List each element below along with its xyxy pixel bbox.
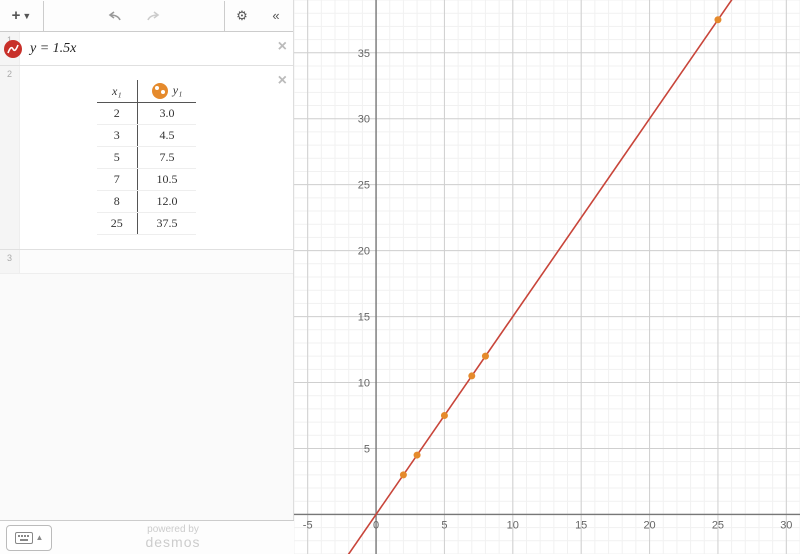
cell-y[interactable]: 3.0 bbox=[137, 103, 196, 125]
svg-text:20: 20 bbox=[643, 519, 655, 531]
expression-row-table[interactable]: 2 × x₁ y₁ 23.034.557.5710.5812.02537.5 bbox=[0, 66, 293, 250]
table-row[interactable]: 2537.5 bbox=[97, 213, 197, 235]
undo-redo-group bbox=[44, 1, 224, 31]
points-color-icon[interactable] bbox=[152, 83, 168, 99]
plus-icon: + bbox=[12, 7, 21, 24]
cell-x[interactable]: 7 bbox=[97, 169, 138, 191]
brand-text: desmos bbox=[52, 535, 294, 550]
redo-button[interactable] bbox=[137, 1, 167, 31]
cell-x[interactable]: 5 bbox=[97, 147, 138, 169]
caret-down-icon: ▼ bbox=[22, 11, 31, 21]
svg-text:5: 5 bbox=[441, 519, 447, 531]
expression-sidebar: + ▼ ⚙ « 1 y = 1.5x × 2 × bbox=[0, 0, 294, 554]
svg-text:5: 5 bbox=[364, 443, 370, 455]
svg-text:-5: -5 bbox=[303, 519, 313, 531]
chevron-up-icon: ▲ bbox=[36, 533, 44, 542]
powered-by-desmos: powered by desmos bbox=[52, 524, 294, 550]
settings-button[interactable]: ⚙ bbox=[225, 1, 259, 31]
equation-text[interactable]: y = 1.5x bbox=[30, 41, 76, 56]
keyboard-toggle-button[interactable]: ▲ bbox=[6, 525, 52, 551]
svg-text:10: 10 bbox=[507, 519, 519, 531]
line-color-icon[interactable] bbox=[4, 40, 22, 58]
svg-text:10: 10 bbox=[358, 378, 370, 390]
chevron-left-icon: « bbox=[272, 8, 279, 23]
cell-y[interactable]: 10.5 bbox=[137, 169, 196, 191]
table-row[interactable]: 34.5 bbox=[97, 125, 197, 147]
cell-x[interactable]: 8 bbox=[97, 191, 138, 213]
table-body: 23.034.557.5710.5812.02537.5 bbox=[97, 103, 197, 235]
svg-text:0: 0 bbox=[373, 519, 379, 531]
cell-x[interactable]: 25 bbox=[97, 213, 138, 235]
bottom-bar: ▲ powered by desmos bbox=[0, 520, 294, 554]
table-header-x[interactable]: x₁ bbox=[97, 80, 138, 103]
expression-index: 3 bbox=[0, 250, 20, 273]
table-row[interactable]: 23.0 bbox=[97, 103, 197, 125]
cell-x[interactable]: 2 bbox=[97, 103, 138, 125]
svg-text:30: 30 bbox=[780, 519, 792, 531]
data-table: x₁ y₁ 23.034.557.5710.5812.02537.5 bbox=[97, 80, 197, 235]
svg-text:15: 15 bbox=[358, 312, 370, 324]
gear-icon: ⚙ bbox=[236, 8, 248, 24]
expression-row-equation[interactable]: 1 y = 1.5x × bbox=[0, 32, 293, 66]
keyboard-icon bbox=[15, 532, 33, 544]
col2-label: y₁ bbox=[173, 83, 183, 97]
delete-expression-button[interactable]: × bbox=[278, 38, 287, 56]
cell-x[interactable]: 3 bbox=[97, 125, 138, 147]
undo-button[interactable] bbox=[101, 1, 131, 31]
graph-svg: -5 0 5 10 15 20 25 30 5 10 15 20 25 30 35 bbox=[294, 0, 800, 554]
top-toolbar: + ▼ ⚙ « bbox=[0, 0, 293, 32]
svg-text:15: 15 bbox=[575, 519, 587, 531]
cell-y[interactable]: 37.5 bbox=[137, 213, 196, 235]
svg-text:30: 30 bbox=[358, 114, 370, 126]
table-header-y[interactable]: y₁ bbox=[137, 80, 196, 103]
cell-y[interactable]: 4.5 bbox=[137, 125, 196, 147]
new-expression-row[interactable]: 3 bbox=[0, 250, 293, 274]
svg-text:25: 25 bbox=[358, 180, 370, 192]
svg-text:25: 25 bbox=[712, 519, 724, 531]
table-row[interactable]: 57.5 bbox=[97, 147, 197, 169]
expression-index: 2 bbox=[0, 66, 20, 249]
graph-area[interactable]: -5 0 5 10 15 20 25 30 5 10 15 20 25 30 35 bbox=[294, 0, 800, 554]
table-row[interactable]: 812.0 bbox=[97, 191, 197, 213]
svg-text:20: 20 bbox=[358, 246, 370, 258]
collapse-sidebar-button[interactable]: « bbox=[259, 1, 293, 31]
cell-y[interactable]: 12.0 bbox=[137, 191, 196, 213]
cell-y[interactable]: 7.5 bbox=[137, 147, 196, 169]
delete-expression-button[interactable]: × bbox=[278, 72, 287, 90]
table-row[interactable]: 710.5 bbox=[97, 169, 197, 191]
add-expression-button[interactable]: + ▼ bbox=[0, 1, 44, 31]
svg-text:35: 35 bbox=[358, 48, 370, 60]
